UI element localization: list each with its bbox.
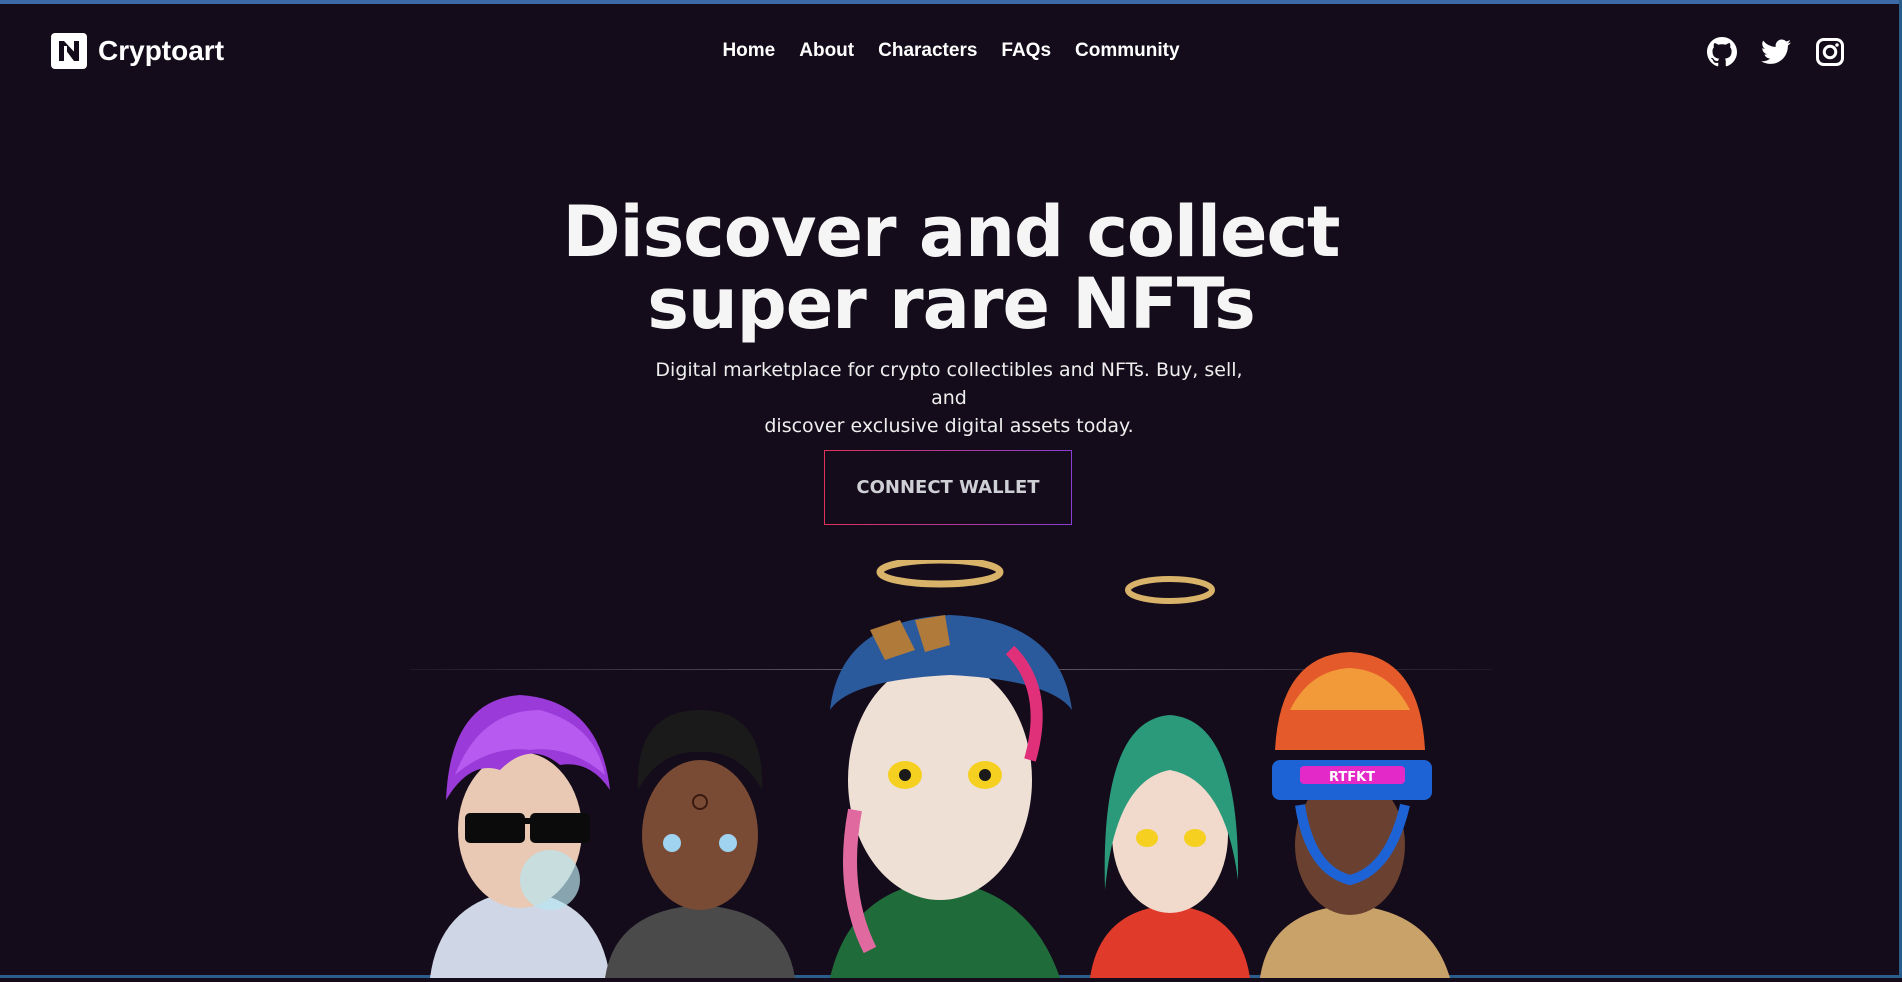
nav-characters[interactable]: Characters xyxy=(878,40,977,62)
social-links xyxy=(1706,36,1846,68)
nav-community[interactable]: Community xyxy=(1075,40,1180,62)
character-purple-hair xyxy=(430,695,610,978)
character-helmet-visor: RTFKT xyxy=(1260,652,1450,978)
hero-subtitle-line2: discover exclusive digital assets today. xyxy=(764,415,1134,437)
hero-subtitle: Digital marketplace for crypto collectib… xyxy=(651,356,1247,440)
character-blue-beret xyxy=(830,556,1072,978)
twitter-icon[interactable] xyxy=(1760,36,1792,68)
github-icon[interactable] xyxy=(1706,36,1738,68)
window-top-border xyxy=(0,0,1902,4)
hero-subtitle-line1: Digital marketplace for crypto collectib… xyxy=(655,359,1243,409)
main-nav: Home About Characters FAQs Community xyxy=(0,40,1902,62)
nav-about[interactable]: About xyxy=(799,40,854,62)
character-dark-skin xyxy=(605,710,795,978)
hero-title-line2: super rare NFTs xyxy=(647,263,1256,345)
nav-faqs[interactable]: FAQs xyxy=(1001,40,1051,62)
character-green-hair xyxy=(1090,576,1250,978)
visor-text: RTFKT xyxy=(1329,770,1375,785)
instagram-icon[interactable] xyxy=(1814,36,1846,68)
nft-characters-image: RTFKT xyxy=(410,556,1492,978)
connect-wallet-button[interactable]: CONNECT WALLET xyxy=(824,450,1072,525)
hero-title-line1: Discover and collect xyxy=(562,191,1341,273)
nav-home[interactable]: Home xyxy=(722,40,775,62)
hero-title: Discover and collect super rare NFTs xyxy=(0,196,1902,340)
